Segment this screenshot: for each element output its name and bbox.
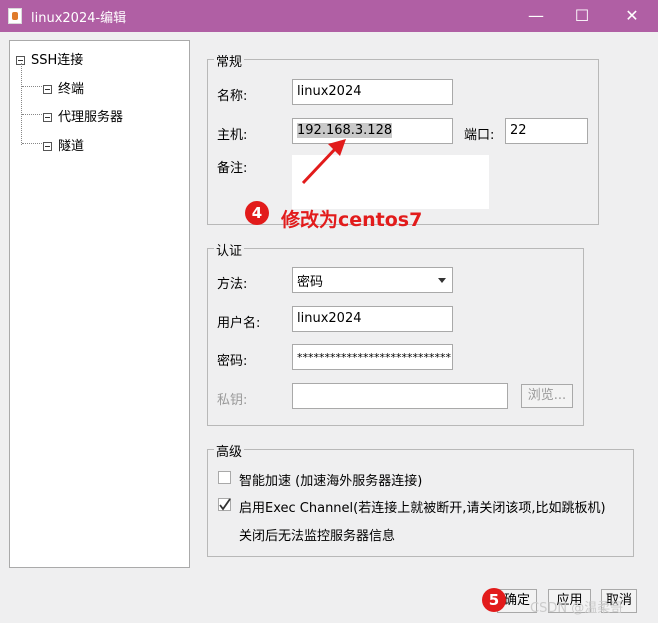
auth-group-title: 认证 <box>214 240 245 259</box>
tree-node-label: 代理服务器 <box>58 110 124 125</box>
host-label: 主机: <box>217 128 248 143</box>
private-key-label: 私钥: <box>217 393 248 408</box>
username-field[interactable]: linux2024 <box>292 306 453 332</box>
tree-node-ssh[interactable]: SSH连接 <box>16 49 83 68</box>
settings-tree: SSH连接 终端 代理服务器 隧道 <box>9 40 190 568</box>
tree-connector <box>22 86 42 87</box>
tree-connector <box>22 143 42 144</box>
name-label: 名称: <box>217 89 248 104</box>
exec-channel-label: 启用Exec Channel(若连接上就被断开,请关闭该项,比如跳板机) <box>239 501 606 516</box>
exec-channel-checkbox[interactable] <box>218 498 231 511</box>
tree-node-proxy[interactable]: 代理服务器 <box>43 106 123 125</box>
advanced-group-title: 高级 <box>214 441 245 460</box>
watermark: CSDN @温柔哥 <box>530 601 624 616</box>
collapse-icon[interactable] <box>43 113 52 122</box>
step-4-annotation: 修改为centos7 <box>281 209 423 231</box>
maximize-button[interactable]: ☐ <box>559 0 605 32</box>
java-app-icon <box>8 8 22 24</box>
exec-channel-note: 关闭后无法监控服务器信息 <box>239 529 396 544</box>
close-button[interactable]: ✕ <box>609 0 655 32</box>
annotation-arrow-icon <box>301 139 346 185</box>
general-group-title: 常规 <box>214 51 245 70</box>
window-title: linux2024-编辑 <box>31 11 127 26</box>
auth-method-value: 密码 <box>297 275 324 290</box>
tree-node-terminal[interactable]: 终端 <box>43 78 84 97</box>
port-label: 端口: <box>464 128 495 143</box>
tree-connector <box>22 114 42 115</box>
method-label: 方法: <box>217 277 248 292</box>
tree-node-tunnel[interactable]: 隧道 <box>43 135 84 154</box>
password-field[interactable]: **************************** <box>292 344 453 370</box>
tree-node-label: 隧道 <box>58 139 85 154</box>
step-5-badge: 5 <box>482 588 506 612</box>
collapse-icon[interactable] <box>43 142 52 151</box>
checkmark-icon <box>219 498 231 511</box>
port-field[interactable]: 22 <box>505 118 588 144</box>
name-field[interactable]: linux2024 <box>292 79 453 105</box>
username-label: 用户名: <box>217 316 261 331</box>
step-4-badge: 4 <box>245 201 269 225</box>
private-key-field[interactable] <box>292 383 508 409</box>
title-bar: linux2024-编辑 — ☐ ✕ <box>0 0 658 32</box>
smart-accel-label: 智能加速 (加速海外服务器连接) <box>239 474 423 489</box>
chevron-down-icon <box>438 278 446 283</box>
tree-node-label: 终端 <box>58 82 85 97</box>
tree-connector <box>21 63 22 145</box>
tree-node-label: SSH连接 <box>31 53 84 68</box>
password-label: 密码: <box>217 354 248 369</box>
browse-button[interactable]: 浏览... <box>521 384 573 408</box>
auth-method-select[interactable]: 密码 <box>292 267 453 293</box>
smart-accel-checkbox[interactable] <box>218 471 231 484</box>
minimize-button[interactable]: — <box>513 0 559 32</box>
note-label: 备注: <box>217 161 248 176</box>
collapse-icon[interactable] <box>43 85 52 94</box>
tree-selection-highlight <box>10 69 189 96</box>
